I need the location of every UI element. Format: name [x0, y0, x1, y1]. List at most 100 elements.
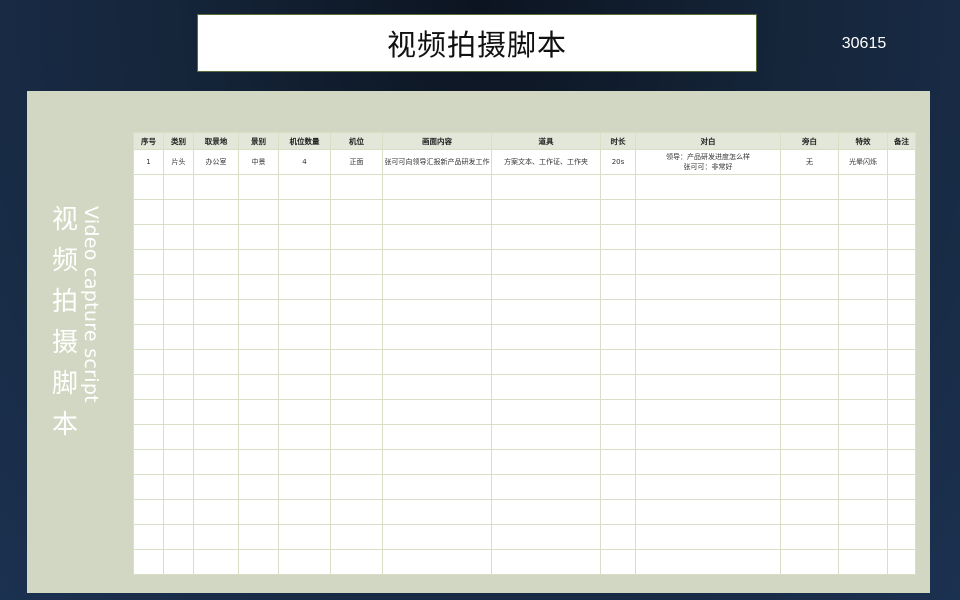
table-cell[interactable] [382, 324, 492, 350]
table-cell[interactable] [238, 274, 279, 300]
table-cell[interactable] [635, 324, 781, 350]
table-cell[interactable] [278, 499, 331, 525]
table-cell[interactable] [382, 449, 492, 475]
table-cell[interactable] [838, 449, 888, 475]
table-cell[interactable] [887, 474, 916, 500]
table-cell[interactable] [887, 399, 916, 425]
table-cell[interactable] [330, 374, 383, 400]
table-cell[interactable]: 无 [780, 149, 839, 175]
table-cell[interactable] [133, 199, 164, 225]
table-cell[interactable] [278, 249, 331, 275]
table-cell[interactable] [491, 374, 601, 400]
table-cell[interactable] [163, 424, 194, 450]
table-cell[interactable] [491, 549, 601, 575]
table-cell[interactable] [838, 424, 888, 450]
table-cell[interactable] [491, 299, 601, 325]
table-cell[interactable] [838, 524, 888, 550]
table-cell[interactable] [238, 324, 279, 350]
table-cell[interactable] [838, 499, 888, 525]
table-cell[interactable]: 正面 [330, 149, 383, 175]
table-cell[interactable]: 方案文本、工作证、工作夹 [491, 149, 601, 175]
table-cell[interactable] [330, 449, 383, 475]
table-cell[interactable] [600, 174, 636, 200]
table-cell[interactable] [887, 174, 916, 200]
table-cell[interactable] [780, 524, 839, 550]
table-cell[interactable] [780, 274, 839, 300]
table-cell[interactable] [780, 224, 839, 250]
table-cell[interactable] [163, 474, 194, 500]
table-cell[interactable] [278, 224, 331, 250]
table-cell[interactable] [193, 549, 239, 575]
table-cell[interactable] [838, 199, 888, 225]
table-cell[interactable] [382, 174, 492, 200]
table-cell[interactable] [193, 274, 239, 300]
table-cell[interactable] [491, 499, 601, 525]
table-cell[interactable] [838, 399, 888, 425]
table-cell[interactable] [635, 174, 781, 200]
table-cell[interactable] [163, 449, 194, 475]
table-cell[interactable] [887, 274, 916, 300]
table-cell[interactable]: 光晕闪烁 [838, 149, 888, 175]
table-cell[interactable] [887, 149, 916, 175]
table-cell[interactable] [278, 349, 331, 375]
table-cell[interactable] [780, 199, 839, 225]
table-cell[interactable] [193, 374, 239, 400]
table-cell[interactable] [838, 549, 888, 575]
table-cell[interactable] [163, 274, 194, 300]
table-cell[interactable] [382, 224, 492, 250]
table-cell[interactable] [193, 449, 239, 475]
table-cell[interactable] [635, 549, 781, 575]
table-cell[interactable] [163, 324, 194, 350]
table-cell[interactable] [491, 524, 601, 550]
table-cell[interactable] [887, 224, 916, 250]
table-cell[interactable] [238, 224, 279, 250]
table-cell[interactable] [600, 324, 636, 350]
table-cell[interactable] [382, 349, 492, 375]
table-cell[interactable] [193, 199, 239, 225]
table-cell[interactable] [133, 374, 164, 400]
table-cell[interactable] [278, 374, 331, 400]
table-cell[interactable] [780, 474, 839, 500]
table-cell[interactable] [635, 249, 781, 275]
table-cell[interactable] [780, 399, 839, 425]
table-cell[interactable] [163, 349, 194, 375]
table-cell[interactable] [238, 474, 279, 500]
table-cell[interactable] [600, 224, 636, 250]
table-cell[interactable] [133, 524, 164, 550]
table-cell[interactable] [600, 424, 636, 450]
table-cell[interactable]: 张可可向领导汇报新产品研发工作 [382, 149, 492, 175]
table-cell[interactable] [887, 549, 916, 575]
table-cell[interactable] [838, 374, 888, 400]
table-cell[interactable] [163, 374, 194, 400]
table-cell[interactable] [838, 174, 888, 200]
table-cell[interactable] [193, 324, 239, 350]
table-cell[interactable] [491, 424, 601, 450]
table-cell[interactable] [635, 199, 781, 225]
table-cell[interactable] [838, 324, 888, 350]
table-cell[interactable] [838, 299, 888, 325]
table-cell[interactable] [133, 224, 164, 250]
table-cell[interactable] [163, 174, 194, 200]
table-cell[interactable] [193, 499, 239, 525]
table-cell[interactable] [887, 299, 916, 325]
table-cell[interactable] [330, 524, 383, 550]
table-cell[interactable] [278, 549, 331, 575]
table-cell[interactable] [330, 224, 383, 250]
table-cell[interactable] [382, 199, 492, 225]
table-cell[interactable] [330, 199, 383, 225]
table-cell[interactable] [133, 499, 164, 525]
table-cell[interactable] [330, 499, 383, 525]
table-cell[interactable] [600, 499, 636, 525]
table-cell[interactable] [887, 349, 916, 375]
table-cell[interactable]: 4 [278, 149, 331, 175]
table-cell[interactable] [133, 474, 164, 500]
table-cell[interactable] [635, 299, 781, 325]
table-cell[interactable] [635, 424, 781, 450]
table-cell[interactable] [635, 524, 781, 550]
table-cell[interactable] [278, 474, 331, 500]
table-cell[interactable] [133, 249, 164, 275]
table-cell[interactable] [887, 249, 916, 275]
table-cell[interactable] [163, 399, 194, 425]
table-cell[interactable] [600, 274, 636, 300]
table-cell[interactable] [600, 199, 636, 225]
